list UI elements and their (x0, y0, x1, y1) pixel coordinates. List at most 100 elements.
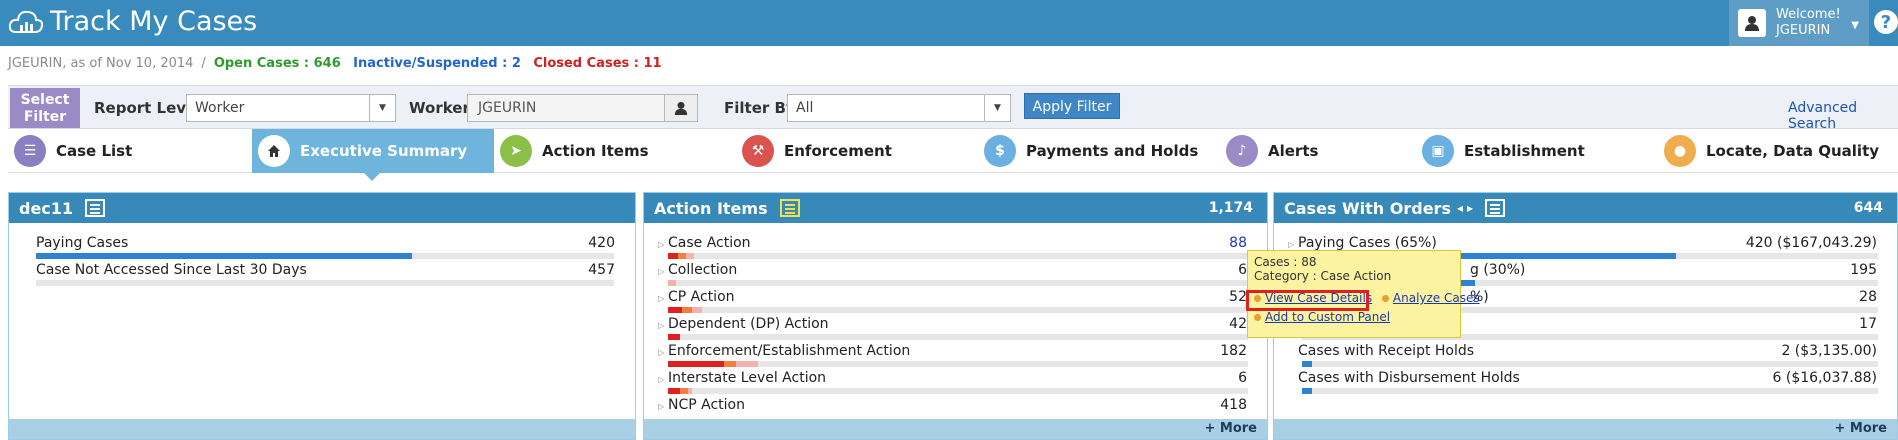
more-link[interactable]: + More (644, 419, 1267, 439)
tooltip-cases: Cases : 88 (1254, 255, 1317, 269)
bell-icon: ♪ (1226, 135, 1258, 167)
row-label: CP Action (668, 289, 735, 305)
help-icon[interactable]: ? (1874, 10, 1898, 34)
tab-executive-summary[interactable]: Executive Summary (252, 129, 494, 181)
advanced-search-link[interactable]: Advanced Search (1788, 100, 1898, 132)
expand-icon[interactable]: ▷ (658, 402, 664, 411)
row-value[interactable]: 420 (588, 235, 615, 251)
row-value[interactable]: 6 ($16,037.88) (1773, 370, 1877, 386)
list-item[interactable]: Cases with Disbursement Holds 6 ($16,037.… (1274, 368, 1897, 394)
tab-action-items[interactable]: ➤ Action Items (494, 129, 736, 173)
list-item[interactable]: Paying Cases 420 (9, 233, 635, 259)
chevron-down-icon: ▼ (984, 95, 1010, 121)
expand-icon[interactable]: ▷ (658, 348, 664, 357)
list-icon: ☰ (14, 135, 46, 167)
inactive-cases-count[interactable]: Inactive/Suspended : 2 (353, 56, 521, 71)
list-item[interactable]: ▷ Case Action 88 (644, 233, 1267, 259)
list-view-icon[interactable] (779, 199, 800, 217)
apply-filter-button[interactable]: Apply Filter (1024, 93, 1120, 119)
panel-count: 1,174 (1208, 200, 1253, 216)
breadcrumb: JGEURIN, as of Nov 10, 2014 / Open Cases :… (8, 56, 662, 71)
segment-bar (668, 334, 1248, 340)
row-value[interactable]: 182 (1220, 343, 1247, 359)
tab-label: Case List (56, 142, 133, 160)
gavel-icon: ⚒ (742, 135, 774, 167)
report-level-value: Worker (195, 100, 245, 116)
row-value[interactable]: 457 (588, 262, 615, 278)
list-item[interactable]: ▷ Interstate Level Action 6 (644, 368, 1267, 394)
worker-label: Worker (409, 99, 470, 117)
row-value[interactable]: 88 (1229, 235, 1247, 251)
bullet-icon (1381, 295, 1389, 302)
list-view-icon[interactable] (85, 199, 106, 217)
send-icon: ➤ (500, 135, 532, 167)
filter-bar: Select Filter Report Level Worker ▼ Worke… (8, 85, 1898, 132)
tab-label: Executive Summary (300, 142, 468, 160)
select-filter-button[interactable]: Select Filter (10, 88, 80, 128)
panel-header: Action Items 1,174 (644, 193, 1267, 223)
row-label: g (30%) (1470, 262, 1526, 278)
list-view-icon[interactable] (1485, 199, 1506, 217)
analyze-cases-link[interactable]: Analyze Cases (1393, 291, 1480, 305)
tab-label: Establishment (1464, 142, 1585, 160)
tab-payments-and-holds[interactable]: $ Payments and Holds (978, 129, 1220, 173)
row-value[interactable]: 6 (1238, 370, 1247, 386)
app-brand[interactable]: Track My Cases (8, 6, 257, 37)
panel-dec11: dec11 Paying Cases 420 Case Not Accessed… (8, 192, 636, 440)
row-value[interactable]: 420 ($167,043.29) (1746, 235, 1877, 251)
expand-icon[interactable]: ▷ (658, 375, 664, 384)
filter-by-select[interactable]: All ▼ (787, 94, 1011, 122)
tab-enforcement[interactable]: ⚒ Enforcement (736, 129, 978, 173)
chevron-down-icon: ▼ (1851, 20, 1859, 31)
progress-fill (1302, 361, 1312, 367)
briefcase-icon: ▣ (1422, 135, 1454, 167)
row-value[interactable]: 17 (1859, 316, 1877, 332)
row-value[interactable]: 42 (1229, 316, 1247, 332)
list-item[interactable]: Cases with Receipt Holds 2 ($3,135.00) (1274, 341, 1897, 367)
row-label: NCP Action (668, 397, 745, 413)
filter-by-value: All (796, 100, 814, 116)
tab-label: Payments and Holds (1026, 142, 1199, 160)
report-level-select[interactable]: Worker ▼ (186, 94, 396, 122)
user-lookup-button[interactable] (664, 94, 698, 122)
nav-arrows-icon[interactable]: ◂ ▸ (1457, 201, 1473, 215)
row-label: Dependent (DP) Action (668, 316, 829, 332)
expand-icon[interactable]: ▷ (658, 321, 664, 330)
progress-fill (1302, 388, 1312, 394)
row-value[interactable]: 2 ($3,135.00) (1781, 343, 1877, 359)
list-item[interactable]: ▷ CP Action 52 (644, 287, 1267, 313)
open-cases-count[interactable]: Open Cases : 646 (214, 56, 341, 71)
closed-cases-count[interactable]: Closed Cases : 11 (533, 56, 661, 71)
panel-header: Cases With Orders ◂ ▸ 644 (1274, 193, 1897, 223)
worker-input[interactable]: JGEURIN (467, 94, 665, 122)
row-value[interactable]: 52 (1229, 289, 1247, 305)
expand-icon[interactable]: ▷ (658, 294, 664, 303)
expand-icon[interactable]: ▷ (1288, 240, 1294, 249)
tab-establishment[interactable]: ▣ Establishment (1416, 129, 1658, 173)
expand-icon[interactable]: ▷ (658, 267, 664, 276)
row-value[interactable]: 418 (1220, 397, 1247, 413)
expand-icon[interactable]: ▷ (658, 240, 664, 249)
list-item[interactable]: Case Not Accessed Since Last 30 Days 457 (9, 260, 635, 286)
user-menu[interactable]: Welcome! JGEURIN ▼ (1729, 0, 1869, 46)
more-link[interactable]: + More (1274, 419, 1897, 439)
row-value[interactable]: 28 (1859, 289, 1877, 305)
list-item[interactable]: ▷ Dependent (DP) Action 42 (644, 314, 1267, 340)
tab-locate-data-quality[interactable]: ● Locate, Data Quality (1658, 129, 1898, 173)
money-icon: $ (984, 135, 1016, 167)
list-item[interactable]: ▷ Enforcement/Establishment Action 182 (644, 341, 1267, 367)
highlight-box (1246, 290, 1369, 311)
welcome-text: Welcome! (1776, 7, 1841, 22)
row-value[interactable]: 6 (1238, 262, 1247, 278)
segment-bar (668, 253, 1248, 259)
list-item[interactable]: ▷ Collection 6 (644, 260, 1267, 286)
panel-title: Action Items (654, 198, 768, 218)
row-label: Case Not Accessed Since Last 30 Days (36, 262, 307, 278)
add-to-custom-panel-link[interactable]: Add to Custom Panel (1265, 310, 1390, 324)
list-item[interactable]: ▷ NCP Action 418 (644, 395, 1267, 421)
panel-title: Cases With Orders (1284, 198, 1451, 218)
tab-label: Action Items (542, 142, 649, 160)
row-value[interactable]: 195 (1850, 262, 1877, 278)
tab-case-list[interactable]: ☰ Case List (8, 129, 250, 173)
row-label: Paying Cases (36, 235, 129, 251)
